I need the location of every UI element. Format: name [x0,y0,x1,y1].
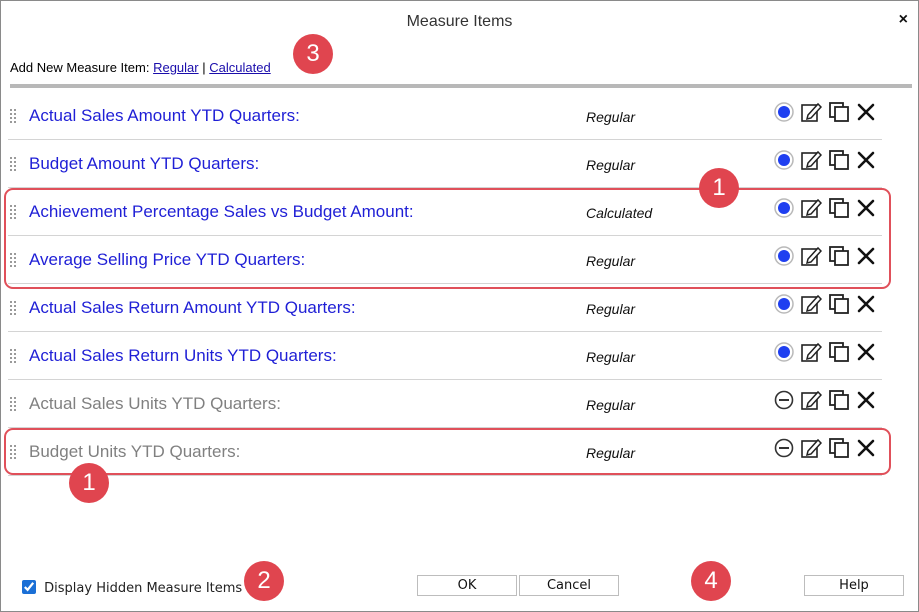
duplicate-icon[interactable] [828,389,850,411]
edit-icon[interactable] [800,101,823,123]
measure-item-name[interactable]: Actual Sales Units YTD Quarters: [29,394,281,414]
duplicate-icon[interactable] [828,341,850,363]
callout-badge-1: 1 [69,463,109,503]
measure-items-dialog: Measure Items × Add New Measure Item: Re… [0,0,919,612]
edit-icon[interactable] [800,341,823,363]
hidden-toggle-icon[interactable] [773,389,795,411]
display-hidden-checkbox[interactable] [22,580,36,594]
display-hidden-checkbox-label[interactable]: Display Hidden Measure Items [22,580,242,596]
help-button[interactable]: Help [804,575,904,596]
highlight-box-rows [4,188,891,289]
add-calculated-link[interactable]: Calculated [209,60,270,75]
callout-badge-2: 2 [244,561,284,601]
header-divider [10,84,912,88]
close-icon[interactable]: × [899,11,908,29]
add-new-label: Add New Measure Item: [10,60,150,75]
callout-badge-3: 3 [293,34,333,74]
delete-icon[interactable] [855,341,877,363]
measure-item-type: Regular [586,349,636,365]
measure-item-name[interactable]: Actual Sales Return Amount YTD Quarters: [29,298,356,318]
visible-toggle-icon[interactable] [773,341,795,363]
dialog-title: Measure Items [406,13,513,30]
visible-toggle-icon[interactable] [773,101,795,123]
measure-item-type: Regular [586,397,636,413]
measure-item-row[interactable]: Budget Amount YTD Quarters: Regular [8,140,882,188]
duplicate-icon[interactable] [828,101,850,123]
drag-handle-icon[interactable] [10,349,18,363]
drag-handle-icon[interactable] [10,397,18,411]
visible-toggle-icon[interactable] [773,293,795,315]
measure-item-type: Regular [586,301,636,317]
delete-icon[interactable] [855,389,877,411]
duplicate-icon[interactable] [828,293,850,315]
callout-badge-1: 1 [699,168,739,208]
add-new-measure-item: Add New Measure Item: Regular | Calculat… [10,60,271,75]
display-hidden-text: Display Hidden Measure Items [44,581,243,596]
edit-icon[interactable] [800,149,823,171]
measure-item-row[interactable]: Actual Sales Return Units YTD Quarters: R… [8,332,882,380]
measure-item-type: Regular [586,109,636,125]
drag-handle-icon[interactable] [10,109,18,123]
drag-handle-icon[interactable] [10,157,18,171]
cancel-button[interactable]: Cancel [519,575,619,596]
measure-item-row[interactable]: Actual Sales Return Amount YTD Quarters:… [8,284,882,332]
measure-item-row[interactable]: Actual Sales Amount YTD Quarters: Regular [8,92,882,140]
visible-toggle-icon[interactable] [773,149,795,171]
add-regular-link[interactable]: Regular [153,60,199,75]
measure-item-type: Regular [586,157,636,173]
link-separator: | [202,60,206,75]
highlight-box-row [4,428,891,475]
callout-badge-4: 4 [691,561,731,601]
drag-handle-icon[interactable] [10,301,18,315]
edit-icon[interactable] [800,389,823,411]
measure-item-row[interactable]: Actual Sales Units YTD Quarters: Regular [8,380,882,428]
duplicate-icon[interactable] [828,149,850,171]
measure-item-name[interactable]: Budget Amount YTD Quarters: [29,154,259,174]
delete-icon[interactable] [855,149,877,171]
edit-icon[interactable] [800,293,823,315]
delete-icon[interactable] [855,101,877,123]
measure-item-name[interactable]: Actual Sales Return Units YTD Quarters: [29,346,337,366]
delete-icon[interactable] [855,293,877,315]
ok-button[interactable]: OK [417,575,517,596]
measure-item-name[interactable]: Actual Sales Amount YTD Quarters: [29,106,300,126]
